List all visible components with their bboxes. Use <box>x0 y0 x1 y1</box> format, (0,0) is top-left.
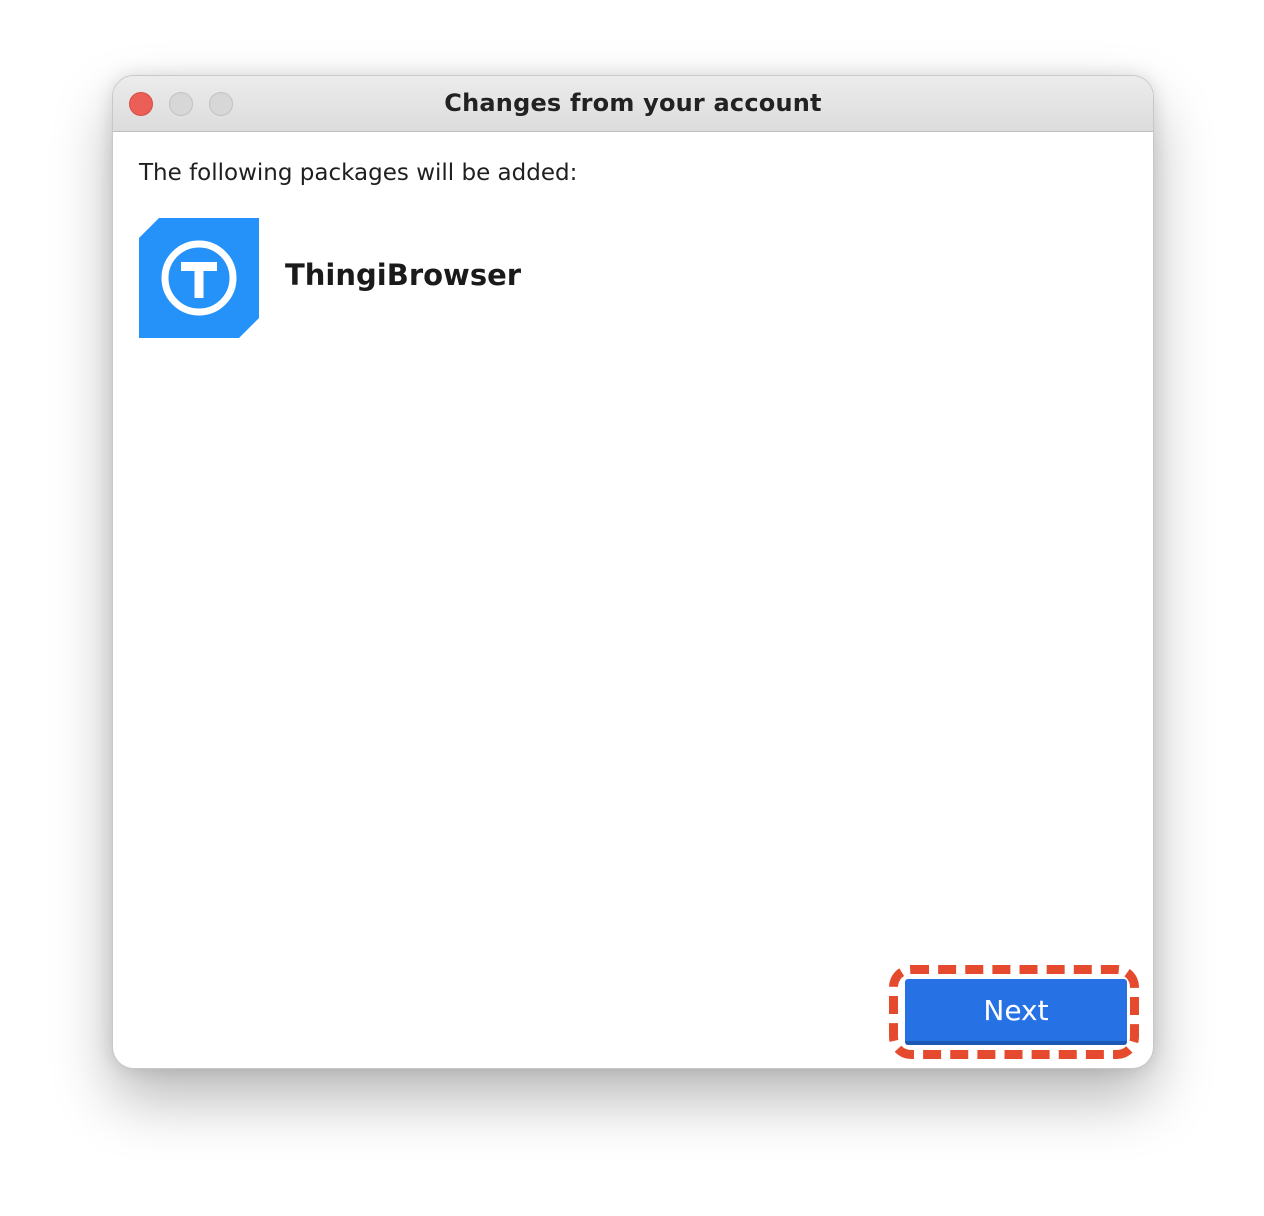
title-bar[interactable]: Changes from your account <box>113 76 1153 132</box>
window-title: Changes from your account <box>444 89 822 117</box>
dialog-window: Changes from your account The following … <box>112 75 1154 1069</box>
package-name: ThingiBrowser <box>285 258 522 292</box>
thingiverse-logo-icon <box>139 218 259 338</box>
intro-text: The following packages will be added: <box>139 160 578 186</box>
next-button[interactable]: Next <box>905 979 1127 1045</box>
